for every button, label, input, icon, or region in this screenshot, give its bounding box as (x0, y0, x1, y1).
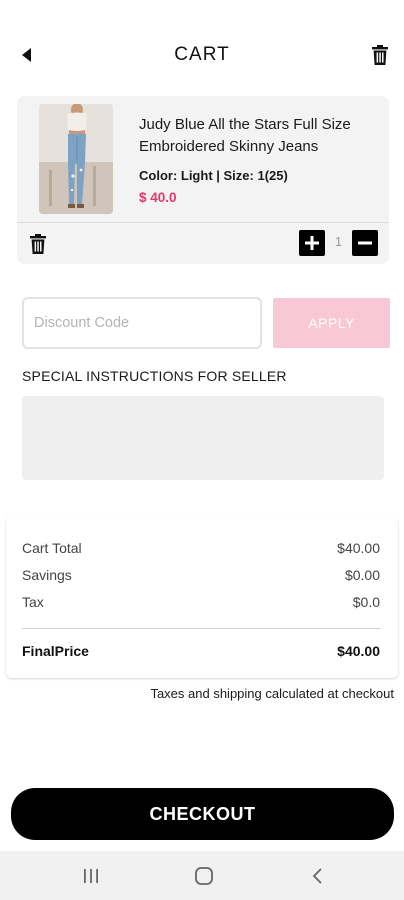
order-summary: Cart Total $40.00 Savings $0.00 Tax $0.0… (6, 516, 398, 678)
checkout-button[interactable]: CHECKOUT (11, 788, 394, 840)
discount-code-input[interactable] (22, 297, 262, 349)
tax-row: Tax $0.0 (22, 592, 380, 612)
minus-icon (358, 241, 372, 245)
final-price-value: $40.00 (337, 643, 380, 659)
quantity-value: 1 (334, 234, 343, 249)
cart-item-card: Judy Blue All the Stars Full Size Embroi… (17, 96, 389, 264)
quantity-decrease-button[interactable] (352, 230, 378, 256)
card-divider (17, 222, 389, 223)
summary-divider (22, 628, 380, 629)
savings-value: $0.00 (344, 567, 380, 583)
header: CART (0, 30, 404, 80)
apply-discount-button[interactable]: APPLY (273, 298, 390, 348)
cart-page: CART Judy Blue All the Stars Full Size E… (0, 0, 404, 900)
savings-row: Savings $0.00 (22, 565, 380, 585)
tax-shipping-note: Taxes and shipping calculated at checkou… (150, 686, 394, 701)
recent-apps-icon[interactable] (76, 863, 106, 889)
final-price-label: FinalPrice (22, 643, 89, 659)
savings-label: Savings (22, 567, 72, 583)
home-icon[interactable] (189, 863, 219, 889)
remove-item-trash-icon[interactable] (27, 232, 49, 256)
plus-icon (305, 236, 319, 250)
page-title: CART (174, 44, 230, 65)
product-name[interactable]: Judy Blue All the Stars Full Size Embroi… (139, 114, 375, 158)
system-nav-bar (0, 851, 404, 900)
cart-total-row: Cart Total $40.00 (22, 538, 380, 558)
product-price: $ 40.0 (139, 190, 177, 205)
tax-value: $0.0 (352, 594, 380, 610)
back-icon[interactable] (302, 863, 332, 889)
product-image[interactable] (39, 104, 113, 214)
tax-label: Tax (22, 594, 44, 610)
special-instructions-label: SPECIAL INSTRUCTIONS FOR SELLER (22, 368, 287, 384)
trash-icon[interactable] (368, 42, 392, 68)
cart-total-label: Cart Total (22, 540, 82, 556)
final-price-row: FinalPrice $40.00 (22, 641, 380, 661)
cart-total-value: $40.00 (337, 540, 380, 556)
product-variant: Color: Light | Size: 1(25) (139, 168, 288, 183)
quantity-increase-button[interactable] (299, 230, 325, 256)
special-instructions-field[interactable] (22, 396, 384, 480)
